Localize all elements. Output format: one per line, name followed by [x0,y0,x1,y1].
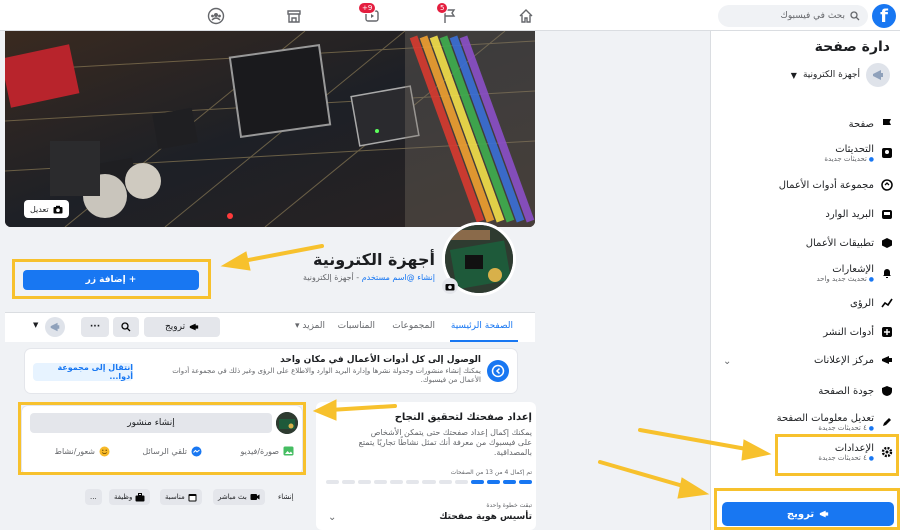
annotation-arrows [220,244,772,499]
